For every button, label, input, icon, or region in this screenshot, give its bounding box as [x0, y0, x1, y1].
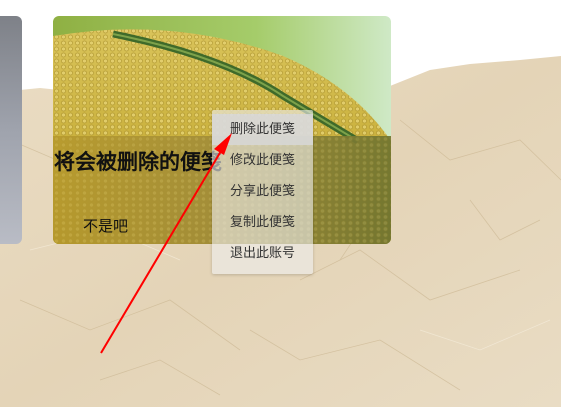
- adjacent-note-card[interactable]: [0, 16, 22, 244]
- note-title: 将会被删除的便笺: [54, 150, 222, 174]
- menu-item-edit-note[interactable]: 修改此便笺: [212, 145, 313, 176]
- desktop-background: 将会被删除的便笺 不是吧 删除此便笺 修改此便笺 分享此便笺 复制此便笺 退出此…: [0, 0, 561, 407]
- menu-item-delete-note[interactable]: 删除此便笺: [212, 114, 313, 145]
- note-content: 不是吧: [83, 217, 129, 235]
- menu-item-logout[interactable]: 退出此账号: [212, 238, 313, 269]
- menu-item-copy-note[interactable]: 复制此便笺: [212, 207, 313, 238]
- context-menu: 删除此便笺 修改此便笺 分享此便笺 复制此便笺 退出此账号: [212, 110, 313, 274]
- menu-item-share-note[interactable]: 分享此便笺: [212, 176, 313, 207]
